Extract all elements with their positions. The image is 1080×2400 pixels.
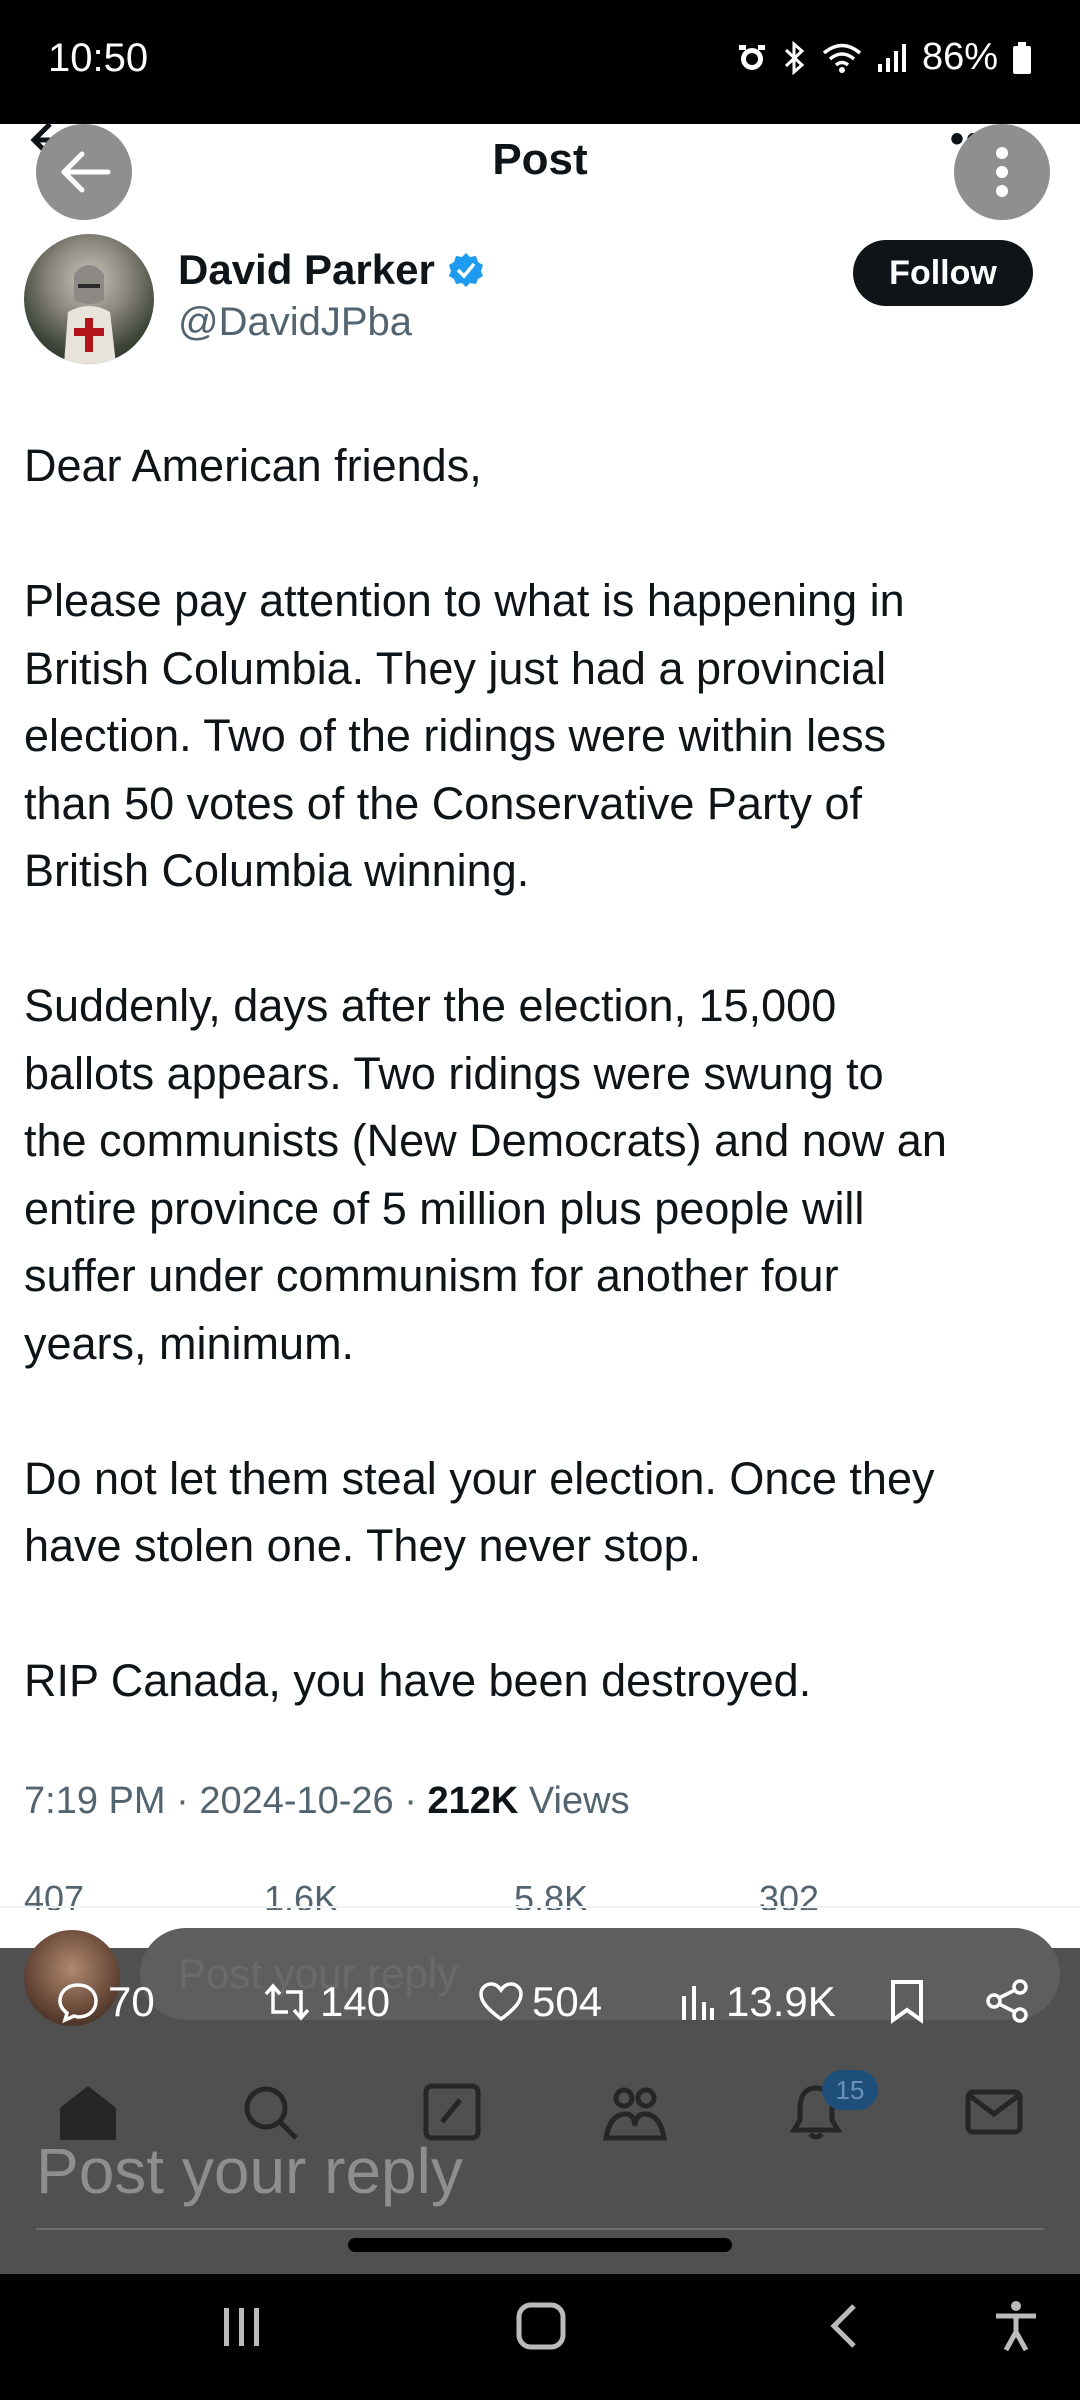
views-count-overlay: 13.9K [726, 1978, 836, 2025]
repost-icon [264, 1983, 310, 2021]
follow-button[interactable]: Follow [853, 240, 1033, 306]
home-indicator [348, 2238, 732, 2252]
reply-underline [36, 2228, 1044, 2230]
bookmark-icon [891, 1980, 923, 2024]
vertical-dots-icon [996, 147, 1008, 197]
knight-avatar-image [64, 265, 116, 364]
like-count: 504 [532, 1978, 603, 2025]
status-icons: 86% [736, 36, 1032, 79]
author-name-text: David Parker [178, 246, 435, 293]
home-icon[interactable] [56, 2082, 120, 2142]
divider [0, 1906, 1080, 1908]
recent-apps-icon[interactable] [214, 2298, 270, 2354]
share-button[interactable] [984, 1978, 1030, 2024]
post-line: entire province of 5 million plus people… [24, 1182, 865, 1234]
post-time: 7:19 PM [24, 1780, 166, 1822]
meta-separator: · [176, 1780, 200, 1822]
author-avatar[interactable] [24, 234, 154, 364]
back-nav-icon[interactable] [818, 2298, 874, 2354]
post-line: the communists (New Democrats) and now a… [24, 1115, 947, 1166]
post-line: Dear American friends, [24, 440, 482, 491]
battery-icon [1013, 41, 1031, 74]
like-stat[interactable]: 504 [478, 1978, 602, 2026]
back-button[interactable] [36, 124, 132, 220]
bookmark-button[interactable] [888, 1978, 926, 2024]
author-name[interactable]: David Parker [178, 246, 485, 294]
meta-separator: · [404, 1780, 428, 1822]
reply-count: 70 [108, 1978, 155, 2025]
notifications-badge: 15 [822, 2070, 878, 2110]
verified-badge-icon [448, 253, 483, 287]
post-line: British Columbia. They just had a provin… [24, 642, 887, 694]
status-time: 10:50 [48, 36, 149, 80]
repost-stat[interactable]: 140 [262, 1978, 390, 2026]
wifi-icon [822, 43, 862, 73]
reply-stat[interactable]: 70 [56, 1978, 155, 2026]
post-meta: 7:19 PM · 2024-10-26 · 212K Views [24, 1780, 630, 1823]
post-line: ballots appears. Two ridings were swung … [24, 1047, 884, 1099]
comment-icon [58, 1983, 98, 2024]
post-line: Suddenly, days after the election, 15,00… [24, 980, 837, 1031]
repost-count: 140 [320, 1978, 391, 2025]
page-title: Post [492, 135, 588, 184]
search-icon[interactable] [240, 2082, 300, 2142]
post-line: have stolen one. They never stop. [24, 1520, 702, 1571]
views-stat[interactable]: 13.9K [678, 1978, 836, 2026]
header: Post [0, 124, 1080, 220]
post-line: years, minimum. [24, 1317, 355, 1369]
status-bar: 10:50 86% [0, 0, 1080, 124]
signal-icon [877, 43, 906, 72]
alarm-icon [738, 44, 765, 70]
battery-percent: 86% [921, 36, 998, 78]
views-label: Views [528, 1780, 630, 1822]
bluetooth-icon [784, 40, 805, 75]
post-date: 2024-10-26 [199, 1780, 394, 1822]
compose-icon[interactable] [422, 2082, 482, 2142]
accessibility-icon[interactable] [988, 2298, 1044, 2354]
home-nav-icon[interactable] [514, 2298, 570, 2354]
post-line: Please pay attention to what is happenin… [24, 575, 905, 626]
post-line: suffer under communism for another four [24, 1250, 839, 1301]
post-line: Do not let them steal your election. Onc… [24, 1452, 935, 1504]
heart-icon [479, 1982, 523, 2022]
views-count: 212K [427, 1780, 519, 1822]
post-body: Dear American friends, Please pay attent… [24, 432, 1064, 1715]
messages-icon[interactable] [964, 2082, 1024, 2142]
analytics-icon [682, 1986, 714, 2020]
faded-action-row: 407 1.6K 5.8K 302 [24, 1874, 1064, 1910]
post-line: RIP Canada, you have been destroyed. [24, 1655, 812, 1706]
large-reply-input[interactable]: Post your reply [36, 2134, 463, 2208]
post-line: British Columbia winning. [24, 845, 530, 896]
more-options-button[interactable] [954, 124, 1050, 220]
share-icon [986, 1979, 1028, 2023]
author-handle[interactable]: @DavidJPba [178, 300, 412, 345]
post-line: election. Two of the ridings were within… [24, 710, 887, 761]
post-line: than 50 votes of the Conservative Party … [24, 777, 862, 829]
communities-icon[interactable] [602, 2082, 668, 2142]
back-arrow-icon [61, 151, 111, 193]
